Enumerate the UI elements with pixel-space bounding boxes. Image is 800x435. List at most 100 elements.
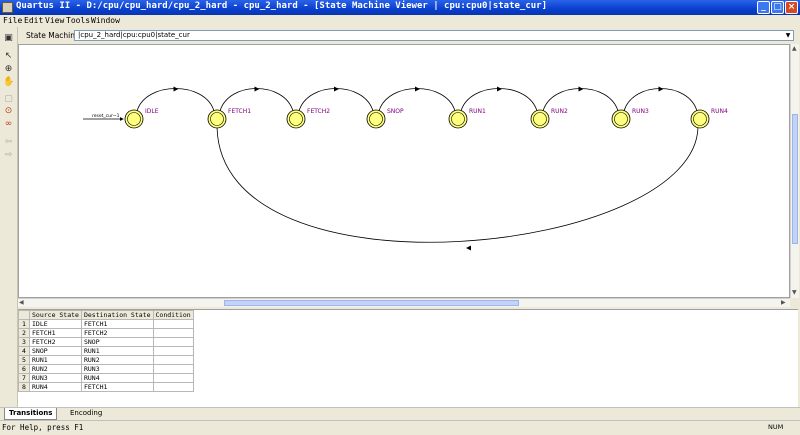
selection-tool-icon[interactable]: ↖ xyxy=(3,51,14,62)
state-snop[interactable]: SNOP xyxy=(366,108,404,129)
state-idle[interactable]: IDLE xyxy=(124,108,159,129)
left-toolbar: ▣ ↖ ⊕ ✋ ▢ ⊙ ∞ ⇦ ⇨ xyxy=(0,27,18,407)
transitions-table: Source State Destination State Condition… xyxy=(18,310,194,392)
scroll-up-icon[interactable]: ▲ xyxy=(792,45,797,52)
horizontal-scroll-thumb[interactable] xyxy=(224,300,519,306)
viewer-icon[interactable]: ▣ xyxy=(3,33,14,44)
scroll-right-icon[interactable]: ▶ xyxy=(781,299,786,306)
table-cell xyxy=(152,355,194,365)
fit-window-icon[interactable]: ▢ xyxy=(3,94,14,105)
table-cell xyxy=(152,328,194,338)
row-number: 2 xyxy=(18,328,30,338)
diagram-canvas[interactable]: reset_cur~1 IDLE FETCH1 FETCH2 SNOP RUN1 RUN2… xyxy=(18,44,790,298)
table-cell: FETCH1 xyxy=(80,319,154,329)
tab-encoding[interactable]: Encoding xyxy=(66,408,106,419)
table-cell xyxy=(152,337,194,347)
table-cell: FETCH2 xyxy=(80,328,154,338)
horizontal-scrollbar[interactable]: ◀ ▶ xyxy=(18,298,790,307)
state-run3[interactable]: RUN3 xyxy=(611,108,649,129)
row-number: 6 xyxy=(18,364,30,374)
column-header[interactable]: Source State xyxy=(29,310,82,320)
row-number: 7 xyxy=(18,373,30,383)
transitions-panel: Source State Destination State Condition… xyxy=(18,309,798,408)
table-cell: FETCH1 xyxy=(29,328,82,338)
table-row[interactable]: 1 IDLE FETCH1 xyxy=(18,319,194,329)
vertical-scrollbar[interactable]: ▲ ▼ xyxy=(790,44,799,298)
transition-arrowhead xyxy=(334,86,339,92)
state-run1[interactable]: RUN1 xyxy=(448,108,486,129)
table-cell: RUN4 xyxy=(29,382,82,392)
scroll-down-icon[interactable]: ▼ xyxy=(792,289,797,296)
transition-arrowhead xyxy=(173,86,179,92)
menu-edit[interactable]: Edit xyxy=(24,16,43,25)
table-cell xyxy=(152,346,194,356)
table-row[interactable]: 5 RUN1 RUN2 xyxy=(18,355,194,365)
row-number: 3 xyxy=(18,337,30,347)
table-row[interactable]: 3 FETCH2 SNOP xyxy=(18,337,194,347)
dropdown-arrow-icon[interactable]: ▼ xyxy=(783,31,793,40)
table-cell: RUN4 xyxy=(80,373,154,383)
menu-window[interactable]: Window xyxy=(91,16,120,25)
transition-arrowhead xyxy=(254,86,260,92)
state-label: RUN4 xyxy=(711,108,728,115)
row-number: 8 xyxy=(18,382,30,392)
table-cell: RUN1 xyxy=(29,355,82,365)
app-icon xyxy=(2,2,13,13)
table-cell: RUN3 xyxy=(80,364,154,374)
forward-icon[interactable]: ⇨ xyxy=(3,150,14,161)
table-cell: RUN2 xyxy=(80,355,154,365)
table-row[interactable]: 8 RUN4 FETCH1 xyxy=(18,382,194,392)
hand-tool-icon[interactable]: ✋ xyxy=(3,77,14,88)
tab-bar: Transitions Encoding xyxy=(0,407,800,420)
state-machine-select[interactable]: |cpu_2_hard|cpu:cpu0|state_cur ▼ xyxy=(74,30,794,41)
scroll-left-icon[interactable]: ◀ xyxy=(19,299,24,306)
num-lock-indicator: NUM xyxy=(768,423,784,431)
menu-file[interactable]: File xyxy=(3,16,22,25)
state-label: IDLE xyxy=(145,108,159,115)
menu-tools[interactable]: Tools xyxy=(66,16,90,25)
transition-arrowhead xyxy=(415,86,420,92)
state-run2[interactable]: RUN2 xyxy=(530,108,568,129)
maximize-button[interactable]: □ xyxy=(771,1,784,14)
column-header[interactable]: Condition xyxy=(152,310,194,320)
find-icon[interactable]: ∞ xyxy=(3,119,14,130)
state-label: RUN2 xyxy=(551,108,568,115)
title-bar: Quartus II - D:/cpu/cpu_hard/cpu_2_hard … xyxy=(0,0,800,15)
state-fetch1[interactable]: FETCH1 xyxy=(207,108,251,129)
table-cell: SNOP xyxy=(80,337,154,347)
column-header[interactable]: Destination State xyxy=(80,310,154,320)
status-bar: For Help, press F1 NUM xyxy=(0,420,800,435)
zoom-tool-icon[interactable]: ⊕ xyxy=(3,64,14,75)
state-label: RUN3 xyxy=(632,108,649,115)
close-button[interactable]: × xyxy=(785,1,798,14)
state-diagram: reset_cur~1 IDLE FETCH1 FETCH2 SNOP RUN1 RUN2… xyxy=(83,86,728,251)
highlight-icon[interactable]: ⊙ xyxy=(3,106,14,117)
state-label: RUN1 xyxy=(469,108,486,115)
table-row[interactable]: 2 FETCH1 FETCH2 xyxy=(18,328,194,338)
row-number: 5 xyxy=(18,355,30,365)
menu-bar: File Edit View Tools Window xyxy=(0,15,800,27)
table-cell: RUN1 xyxy=(80,346,154,356)
table-cell: RUN2 xyxy=(29,364,82,374)
table-row[interactable]: 7 RUN3 RUN4 xyxy=(18,373,194,383)
minimize-button[interactable]: _ xyxy=(757,1,770,14)
table-cell: FETCH2 xyxy=(29,337,82,347)
menu-view[interactable]: View xyxy=(45,16,64,25)
table-row[interactable]: 4 SNOP RUN1 xyxy=(18,346,194,356)
row-number-header xyxy=(18,310,30,320)
back-icon[interactable]: ⇦ xyxy=(3,137,14,148)
transition-arrowhead xyxy=(466,245,471,251)
state-run4[interactable]: RUN4 xyxy=(690,108,728,129)
table-cell: FETCH1 xyxy=(80,382,154,392)
tab-transitions[interactable]: Transitions xyxy=(4,408,58,420)
table-cell: IDLE xyxy=(29,319,82,329)
state-label: SNOP xyxy=(387,108,404,115)
state-fetch2[interactable]: FETCH2 xyxy=(286,108,330,129)
table-cell: RUN3 xyxy=(29,373,82,383)
status-message: For Help, press F1 xyxy=(2,423,84,432)
table-row[interactable]: 6 RUN2 RUN3 xyxy=(18,364,194,374)
table-cell xyxy=(152,382,194,392)
reset-label: reset_cur~1 xyxy=(92,113,120,119)
row-number: 4 xyxy=(18,346,30,356)
vertical-scroll-thumb[interactable] xyxy=(792,114,798,244)
